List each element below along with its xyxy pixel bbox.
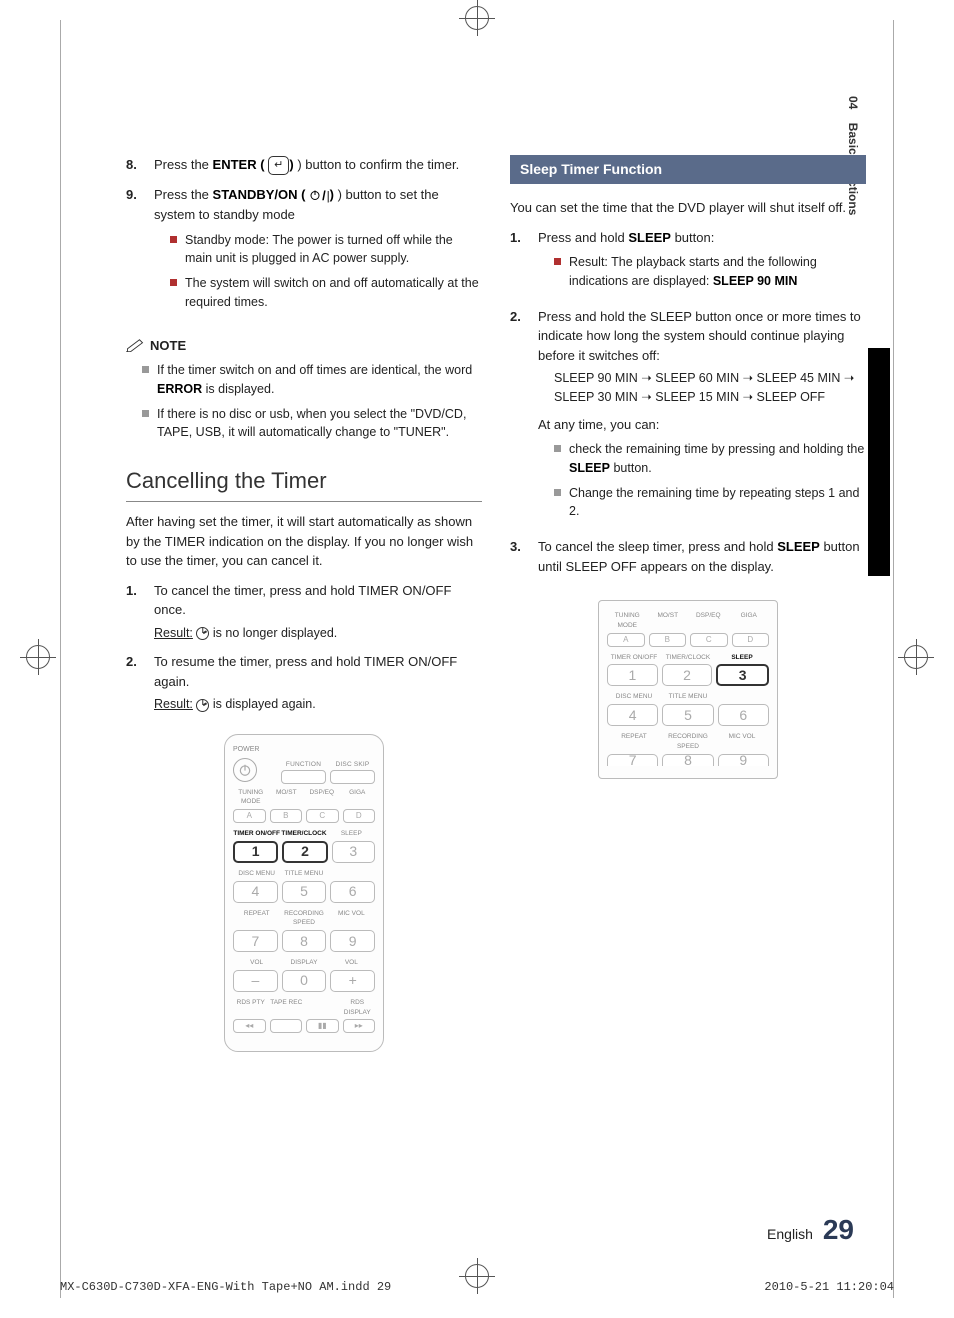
- power-icon: [233, 758, 257, 782]
- sleep-step-2: 2. Press and hold the SLEEP button once …: [510, 307, 866, 528]
- timer-onoff-button: 1: [233, 841, 278, 863]
- section-heading: Cancelling the Timer: [126, 464, 482, 502]
- registration-mark-icon: [26, 645, 50, 669]
- section-title-bar: Sleep Timer Function: [510, 155, 866, 184]
- registration-mark-icon: [904, 645, 928, 669]
- timer-clock-button: 2: [282, 841, 327, 863]
- footer-language: English: [767, 1226, 813, 1242]
- step-text: Press the ENTER ( ↵) ) button to confirm…: [154, 155, 482, 175]
- bullet-icon: [142, 410, 149, 417]
- remote-diagram-2: TUNING MODEMO/STDSP/EQGIGA ABCD TIMER ON…: [598, 600, 778, 779]
- timer-icon: [196, 699, 209, 712]
- note-icon: [126, 338, 144, 352]
- cancel-step-2: 2. To resume the timer, press and hold T…: [126, 652, 482, 714]
- section-intro: You can set the time that the DVD player…: [510, 198, 866, 218]
- sleep-step-1: 1. Press and hold SLEEP button: Result: …: [510, 228, 866, 297]
- step-number: 8.: [126, 155, 154, 175]
- sleep-step-3: 3. To cancel the sleep timer, press and …: [510, 537, 866, 576]
- note-heading: NOTE: [126, 336, 482, 356]
- timer-icon: [196, 627, 209, 640]
- remote-diagram-1: POWER FUNCTION DISC SKIP TUNING MODEMO/S…: [224, 734, 384, 1052]
- bullet-icon: [554, 258, 561, 265]
- bullet-icon: [142, 366, 149, 373]
- bullet-icon: [554, 489, 561, 496]
- bullet-icon: [170, 279, 177, 286]
- left-column: 8. Press the ENTER ( ↵) ) button to conf…: [126, 155, 482, 1052]
- page-number: 29: [823, 1214, 854, 1245]
- bullet-icon: [554, 445, 561, 452]
- step-number: 9.: [126, 185, 154, 318]
- section-intro: After having set the timer, it will star…: [126, 512, 482, 571]
- print-date: 2010-5-21 11:20:04: [764, 1280, 894, 1294]
- thumb-index-tab: [868, 348, 890, 576]
- step-text: Press the STANDBY/ON ( /| ) ) button to …: [154, 185, 482, 318]
- standby-icon: /|: [309, 186, 330, 206]
- sleep-button: 3: [716, 664, 769, 686]
- page-footer: English 29: [767, 1214, 854, 1246]
- chapter-number: 04: [846, 96, 860, 109]
- step-9: 9. Press the STANDBY/ON ( /| ) ) button …: [126, 185, 482, 318]
- enter-icon: ↵: [268, 156, 289, 175]
- bullet-icon: [170, 236, 177, 243]
- cancel-step-1: 1. To cancel the timer, press and hold T…: [126, 581, 482, 643]
- print-footer: MX-C630D-C730D-XFA-ENG-With Tape+NO AM.i…: [60, 1280, 894, 1294]
- source-file: MX-C630D-C730D-XFA-ENG-With Tape+NO AM.i…: [60, 1280, 391, 1294]
- step-8: 8. Press the ENTER ( ↵) ) button to conf…: [126, 155, 482, 175]
- right-column: Sleep Timer Function You can set the tim…: [510, 155, 866, 1052]
- content-columns: 8. Press the ENTER ( ↵) ) button to conf…: [126, 155, 866, 1052]
